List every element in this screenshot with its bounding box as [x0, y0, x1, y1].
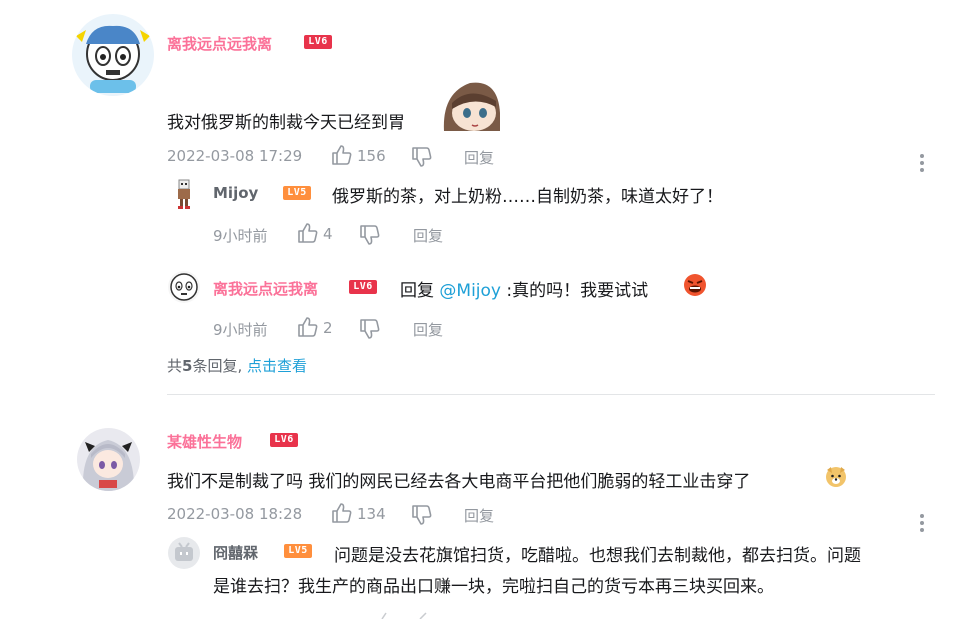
summary-suffix: 条回复,: [192, 357, 243, 375]
reply-text: :真的吗！我要试试: [506, 281, 649, 301]
reply-content: 回复 @Mijoy :真的吗！我要试试: [400, 276, 648, 301]
thumbs-down-icon[interactable]: [359, 224, 381, 246]
thumbs-up-icon[interactable]: [297, 222, 319, 244]
comment-time: 2022-03-08 17:29: [167, 147, 303, 165]
user-avatar[interactable]: [172, 178, 196, 210]
reply-content: 问题是没去花旗馆扫货，吃醋啦。也想我们去制裁他，都去扫货。问题: [334, 546, 861, 566]
thumbs-up-icon[interactable]: [297, 316, 319, 338]
default-avatar-icon: [175, 542, 193, 561]
replies-summary: 共5条回复, 点击查看: [167, 355, 307, 376]
reply-button[interactable]: 回复: [464, 147, 494, 168]
thumbs-down-icon[interactable]: [411, 504, 433, 526]
user-avatar[interactable]: [168, 271, 200, 303]
reply-content: 俄罗斯的茶，对上奶粉……自制奶茶，味道太好了！: [332, 187, 723, 207]
like-count: 156: [357, 147, 386, 165]
username[interactable]: Mijoy: [213, 184, 258, 202]
reply-count: 5: [182, 357, 193, 375]
username[interactable]: 离我远点远我离: [213, 278, 318, 299]
like-count: 134: [357, 505, 386, 523]
like-count: 2: [323, 319, 333, 337]
partial-action-icons: [380, 604, 440, 620]
angry-emoji-icon: [683, 273, 707, 297]
view-replies-link[interactable]: 点击查看: [247, 357, 307, 375]
doge-emoji-icon: [824, 464, 848, 488]
thumbs-down-icon[interactable]: [359, 318, 381, 340]
reply-time: 9小时前: [213, 321, 268, 339]
more-options-icon[interactable]: [919, 512, 925, 532]
thumbs-up-icon[interactable]: [331, 502, 353, 524]
user-avatar[interactable]: [168, 537, 200, 569]
level-badge: LV6: [349, 280, 377, 294]
avatar-face-icon: [76, 25, 150, 93]
sticker-image: [440, 73, 502, 133]
level-badge: LV6: [304, 35, 332, 49]
reply-button[interactable]: 回复: [413, 225, 443, 246]
thumbs-down-icon[interactable]: [411, 146, 433, 168]
level-badge: LV5: [283, 186, 311, 200]
comment-time: 2022-03-08 18:28: [167, 505, 303, 523]
reply-button[interactable]: 回复: [413, 319, 443, 340]
level-badge: LV5: [284, 544, 312, 558]
username[interactable]: 离我远点远我离: [167, 33, 272, 54]
reply-content-continued: 是谁去扫？我生产的商品出口赚一块，完啦扫自己的货亏本再三块买回来。: [213, 577, 774, 597]
reply-prefix: 回复: [400, 281, 434, 301]
comment-content: 我们不是制裁了吗 我们的网民已经去各大电商平台把他们脆弱的轻工业击穿了: [167, 472, 751, 492]
user-avatar[interactable]: [72, 14, 154, 96]
comment-content: 我对俄罗斯的制裁今天已经到胃: [167, 113, 405, 133]
avatar-anime-girl-icon: [82, 440, 135, 491]
reply-button[interactable]: 回复: [464, 505, 494, 526]
avatar-face-icon: [170, 273, 198, 301]
more-options-icon[interactable]: [919, 152, 925, 172]
reply-time: 9小时前: [213, 227, 268, 245]
user-avatar[interactable]: [77, 428, 140, 491]
summary-prefix: 共: [167, 357, 183, 375]
pixel-character-icon: [178, 179, 190, 209]
comment-divider: [167, 394, 935, 395]
username[interactable]: 某雄性生物: [167, 431, 242, 452]
mention-link[interactable]: @Mijoy: [439, 281, 501, 301]
username[interactable]: 冏囍槑: [213, 542, 258, 563]
like-count: 4: [323, 225, 333, 243]
thumbs-up-icon[interactable]: [331, 144, 353, 166]
level-badge: LV6: [270, 433, 298, 447]
